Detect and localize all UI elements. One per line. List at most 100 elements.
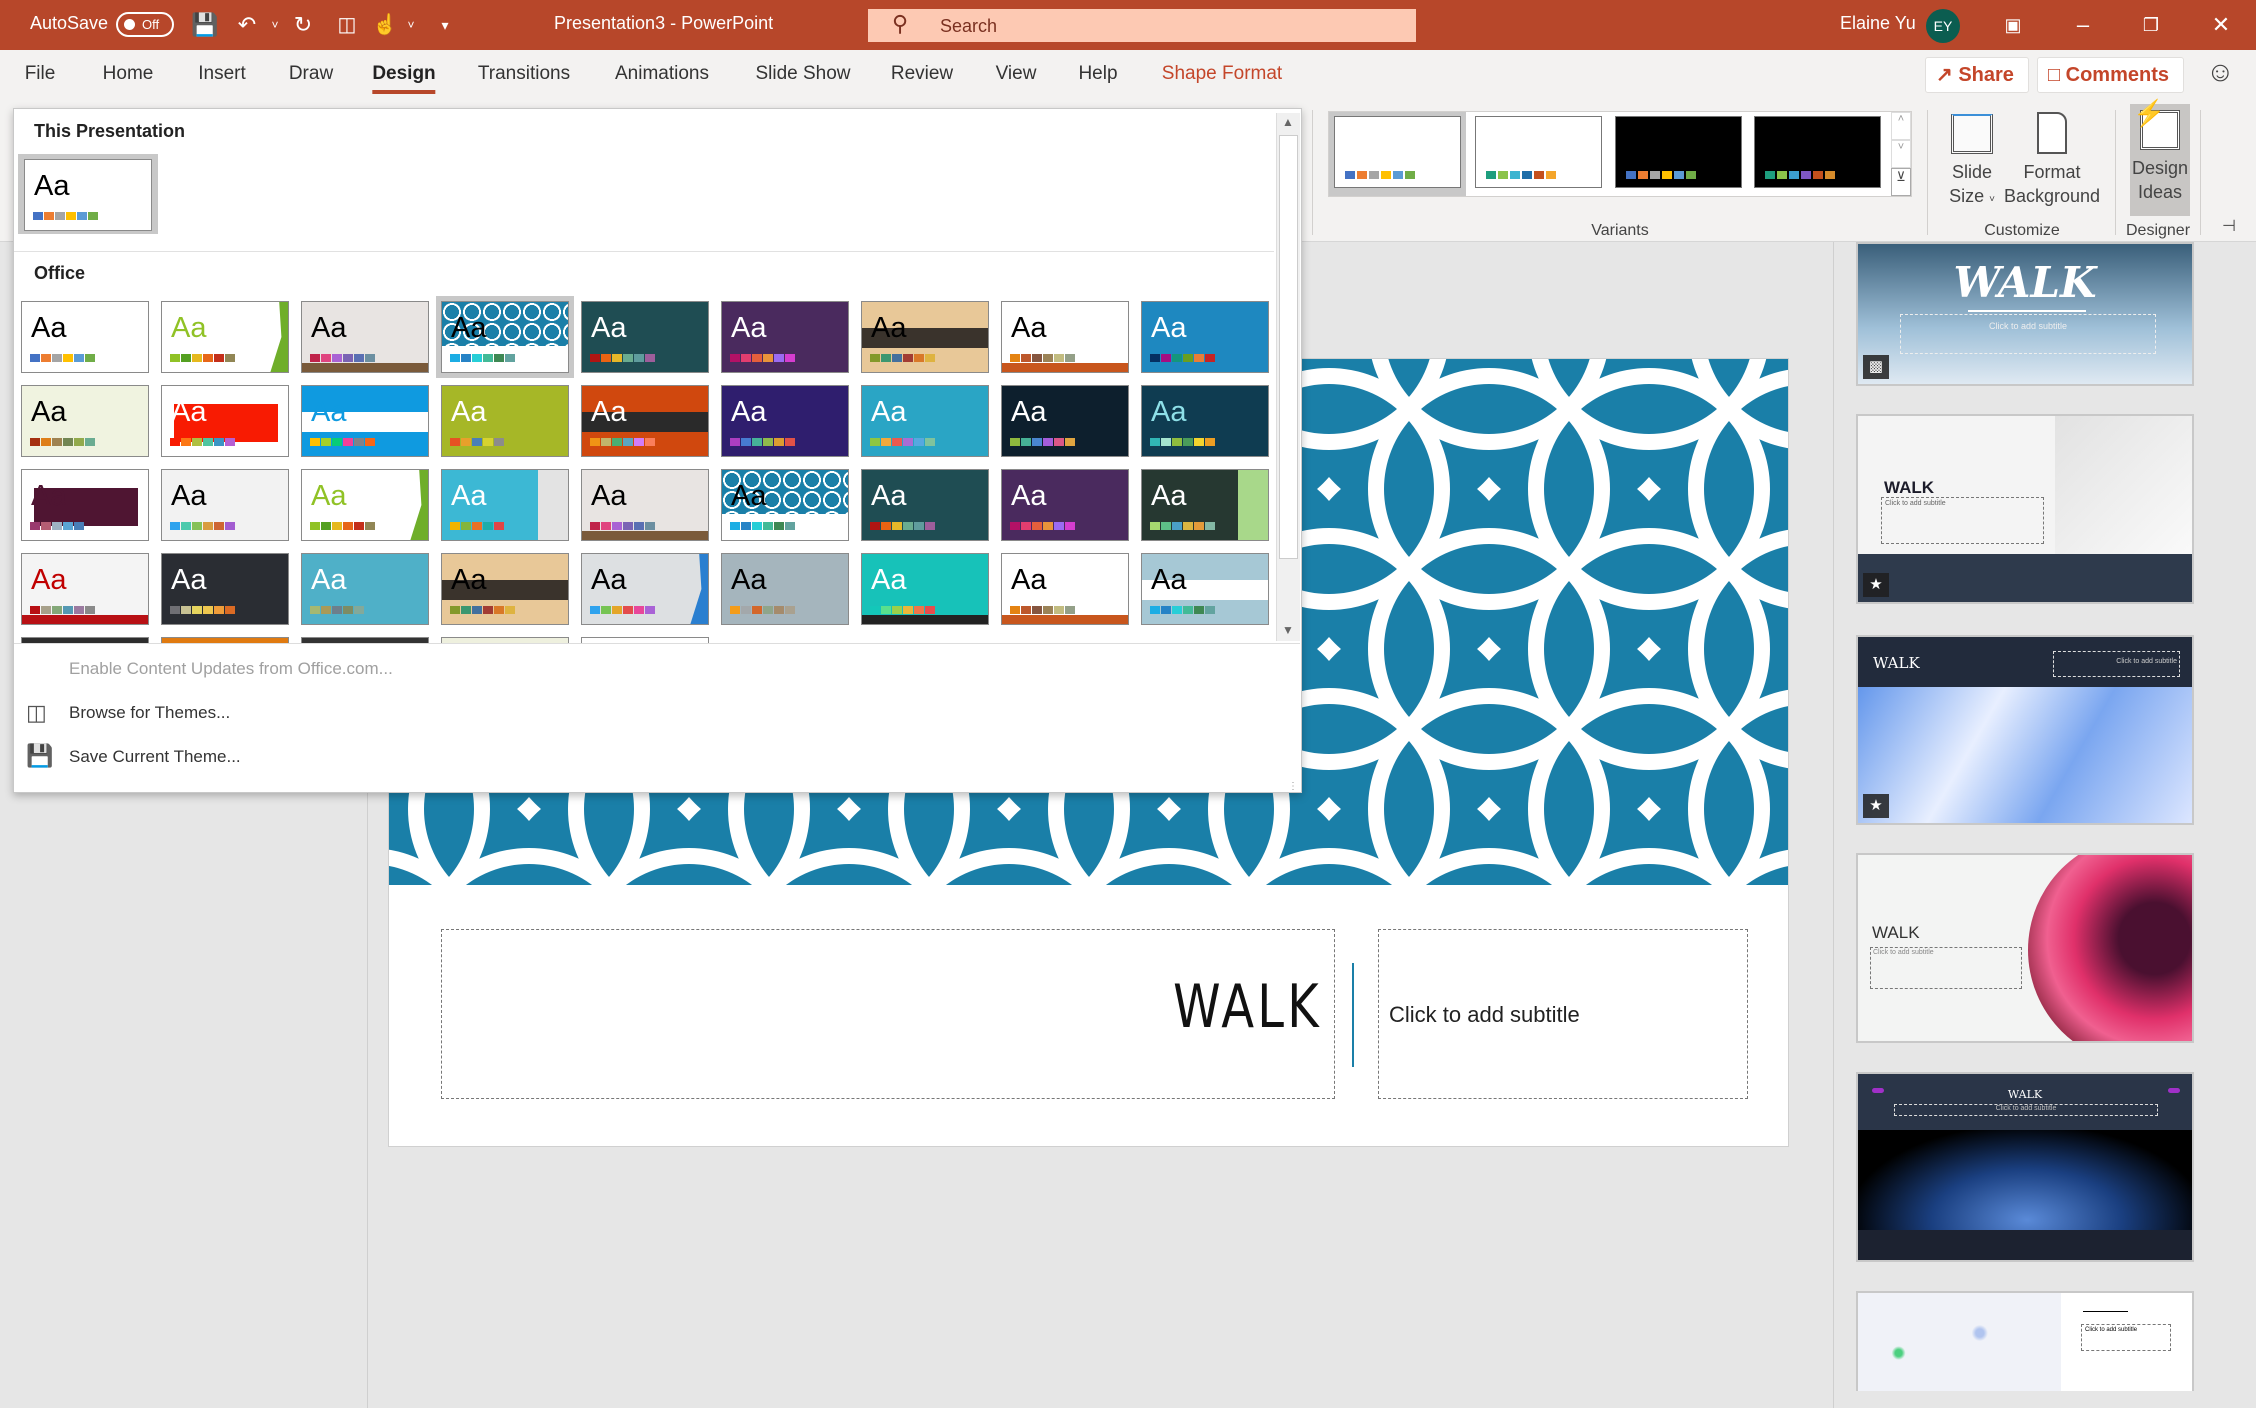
- design-idea-4[interactable]: WALK Click to add subtitle: [1856, 853, 2194, 1043]
- theme-thumbnail[interactable]: Aa: [581, 553, 709, 625]
- slide-title[interactable]: WALK: [1173, 972, 1322, 1042]
- theme-thumbnail[interactable]: Aa: [301, 301, 429, 373]
- tab-help[interactable]: Help: [1078, 63, 1117, 85]
- theme-thumbnail[interactable]: Aa: [1141, 385, 1269, 457]
- design-ideas-label-2: Ideas: [2137, 182, 2183, 202]
- search-input[interactable]: Search: [940, 16, 997, 37]
- theme-thumbnail[interactable]: Aa: [21, 385, 149, 457]
- autosave-toggle[interactable]: Off: [116, 12, 174, 37]
- subtitle-placeholder[interactable]: Click to add subtitle: [1378, 929, 1748, 1099]
- scroll-down-icon[interactable]: ▼: [1282, 623, 1294, 637]
- theme-thumbnail[interactable]: Aa: [581, 385, 709, 457]
- tab-file[interactable]: File: [25, 63, 56, 85]
- theme-thumbnail[interactable]: Aa: [301, 469, 429, 541]
- theme-thumbnail[interactable]: Aa: [441, 385, 569, 457]
- variant-thumbnail[interactable]: [1475, 116, 1602, 188]
- tab-transitions[interactable]: Transitions: [478, 63, 570, 85]
- theme-thumbnail[interactable]: Aa: [861, 385, 989, 457]
- customize-qat-icon[interactable]: ▾: [430, 10, 460, 40]
- theme-thumbnail[interactable]: Aa: [581, 301, 709, 373]
- pin-ribbon-icon[interactable]: ⊣: [2222, 216, 2236, 236]
- search-box[interactable]: ⚲ Search: [868, 9, 1416, 42]
- scroll-up-icon[interactable]: ▲: [1282, 115, 1294, 129]
- theme-thumbnail[interactable]: Aa: [21, 553, 149, 625]
- design-idea-1[interactable]: WALK Click to add subtitle ▩: [1856, 242, 2194, 386]
- tab-slide-show[interactable]: Slide Show: [755, 63, 850, 85]
- theme-thumbnail[interactable]: Aa: [721, 301, 849, 373]
- ribbon-display-icon[interactable]: ▣: [1998, 10, 2028, 40]
- browse-for-themes-item[interactable]: Browse for Themes...: [69, 703, 230, 723]
- theme-thumbnail[interactable]: Aa: [161, 469, 289, 541]
- tab-animations[interactable]: Animations: [615, 63, 709, 85]
- design-ideas-button[interactable]: ⚡ Design Ideas: [2130, 100, 2190, 216]
- design-idea-2[interactable]: WALK Click to add subtitle ★: [1856, 414, 2194, 604]
- theme-thumbnail[interactable]: Aa: [441, 469, 569, 541]
- theme-thumbnail[interactable]: Aa: [21, 301, 149, 373]
- format-background-button[interactable]: Format Background: [2000, 110, 2104, 208]
- color-swatches: [30, 522, 84, 530]
- feedback-smiley-icon[interactable]: ☺: [2206, 56, 2235, 88]
- theme-thumbnail[interactable]: Aa: [861, 301, 989, 373]
- close-icon[interactable]: ✕: [2206, 10, 2236, 40]
- theme-thumbnail[interactable]: Aa: [1001, 553, 1129, 625]
- variant-thumbnail[interactable]: [1754, 116, 1881, 188]
- comments-button[interactable]: □ Comments: [2037, 57, 2184, 93]
- theme-thumbnail[interactable]: Aa: [301, 553, 429, 625]
- tab-insert[interactable]: Insert: [198, 63, 246, 85]
- theme-thumbnail[interactable]: Aa: [1001, 301, 1129, 373]
- theme-thumbnail[interactable]: Aa: [1001, 469, 1129, 541]
- theme-thumbnail[interactable]: Aa: [1141, 301, 1269, 373]
- scrollbar-thumb[interactable]: [1279, 135, 1298, 559]
- theme-thumbnail[interactable]: Aa: [721, 385, 849, 457]
- tab-shape-format[interactable]: Shape Format: [1162, 63, 1282, 85]
- user-name[interactable]: Elaine Yu: [1840, 13, 1916, 34]
- touch-dropdown-icon[interactable]: ˅: [396, 10, 426, 40]
- design-idea-3[interactable]: WALK Click to add subtitle ★: [1856, 635, 2194, 825]
- undo-dropdown-icon[interactable]: ˅: [260, 10, 290, 40]
- theme-thumbnail[interactable]: Aa: [161, 301, 289, 373]
- tab-home[interactable]: Home: [103, 63, 154, 85]
- theme-thumbnail[interactable]: Aa: [441, 301, 569, 373]
- theme-thumbnail[interactable]: Aa: [301, 385, 429, 457]
- theme-thumbnail[interactable]: Aa: [161, 553, 289, 625]
- tab-draw[interactable]: Draw: [289, 63, 333, 85]
- theme-thumbnail[interactable]: Aa: [861, 553, 989, 625]
- slide-size-button[interactable]: Slide Size ˅: [1946, 110, 1998, 212]
- share-button[interactable]: ↗ Share: [1925, 57, 2029, 93]
- save-current-theme-item[interactable]: Save Current Theme...: [69, 747, 241, 767]
- theme-thumbnail[interactable]: Aa: [441, 553, 569, 625]
- theme-thumbnail[interactable]: Aa: [1001, 385, 1129, 457]
- theme-thumbnail[interactable]: Aa: [161, 385, 289, 457]
- variants-scroll-up[interactable]: ˄: [1891, 112, 1911, 140]
- theme-thumbnail[interactable]: Aa: [1141, 553, 1269, 625]
- avatar[interactable]: EY: [1926, 9, 1960, 43]
- tab-view[interactable]: View: [996, 63, 1037, 85]
- save-icon[interactable]: 💾: [190, 10, 220, 40]
- theme-thumbnail[interactable]: Aa: [721, 469, 849, 541]
- gallery-scrollbar[interactable]: ▲ ▼: [1276, 113, 1300, 641]
- theme-thumbnail[interactable]: Aa: [21, 469, 149, 541]
- undo-icon[interactable]: ↶: [232, 10, 262, 40]
- variant-thumbnail[interactable]: [1615, 116, 1742, 188]
- resize-grip-icon[interactable]: ⋮: [1288, 781, 1298, 792]
- variants-more[interactable]: ⊻: [1891, 168, 1911, 196]
- design-idea-6[interactable]: Click to add subtitle: [1856, 1291, 2194, 1391]
- theme-thumbnail[interactable]: Aa: [1141, 469, 1269, 541]
- redo-icon[interactable]: ↻: [288, 10, 318, 40]
- design-idea-5[interactable]: WALK Click to add subtitle: [1856, 1072, 2194, 1262]
- current-theme-thumbnail[interactable]: Aa: [24, 159, 152, 231]
- theme-thumbnail[interactable]: Aa: [721, 553, 849, 625]
- present-from-start-icon[interactable]: ◫: [332, 10, 362, 40]
- title-placeholder[interactable]: WALK: [441, 929, 1335, 1099]
- share-icon: ↗: [1936, 64, 1959, 86]
- tab-design[interactable]: Design: [372, 63, 437, 94]
- subtitle-text[interactable]: Click to add subtitle: [1389, 1002, 1580, 1028]
- search-icon: ⚲: [892, 11, 909, 36]
- theme-thumbnail[interactable]: Aa: [581, 469, 709, 541]
- theme-thumbnail[interactable]: Aa: [861, 469, 989, 541]
- minimize-icon[interactable]: –: [2068, 10, 2098, 40]
- variants-scroll-down[interactable]: ˅: [1891, 140, 1911, 168]
- variant-thumbnail[interactable]: [1334, 116, 1461, 188]
- restore-icon[interactable]: ❐: [2136, 10, 2166, 40]
- tab-review[interactable]: Review: [891, 63, 953, 85]
